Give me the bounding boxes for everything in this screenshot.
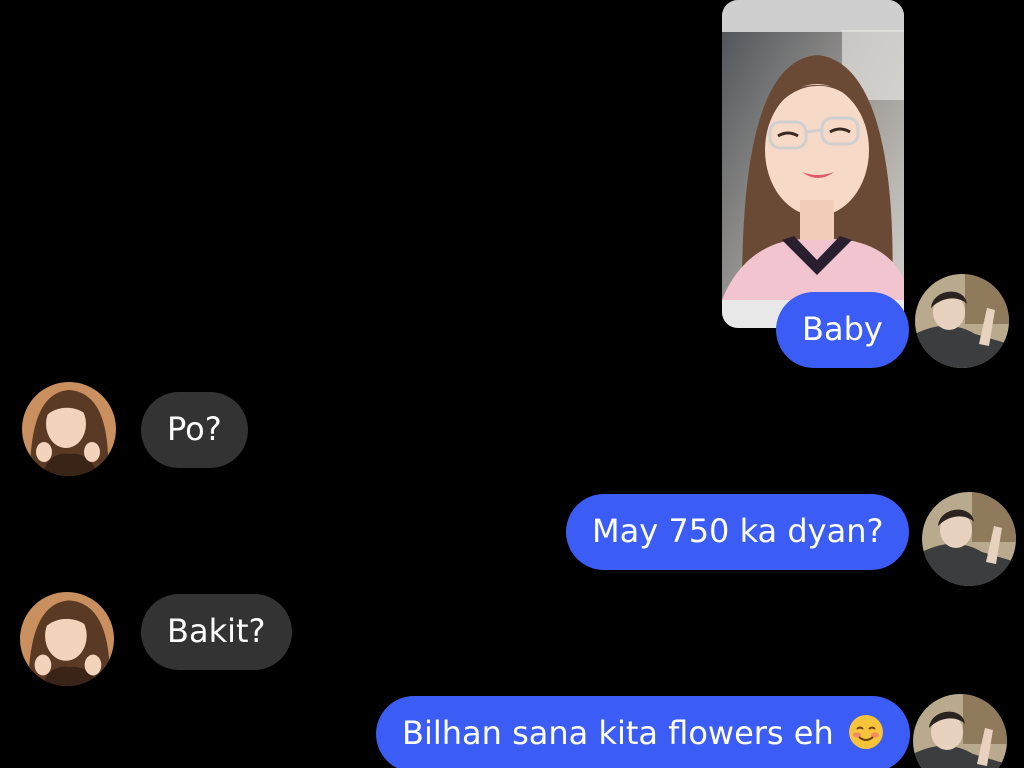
smiling-face-with-blush-icon (848, 715, 883, 749)
message-bubble-outgoing[interactable]: May 750 ka dyan? (566, 494, 910, 570)
photo-attachment[interactable] (722, 0, 904, 328)
selfie-photo (722, 0, 904, 328)
message-text: May 750 ka dyan? (592, 512, 884, 550)
avatar-contact-image (22, 382, 116, 476)
message-text: Baby (802, 310, 883, 348)
message-bubble-incoming[interactable]: Po? (141, 392, 248, 468)
avatar-sender-image (913, 694, 1007, 768)
message-bubble-outgoing[interactable]: Baby (776, 292, 909, 368)
avatar-contact-image (20, 592, 114, 686)
avatar-contact[interactable] (22, 382, 116, 476)
message-bubble-outgoing[interactable]: Bilhan sana kita flowers eh (376, 696, 910, 768)
message-bubble-incoming[interactable]: Bakit? (141, 594, 292, 670)
avatar-sender-image (915, 274, 1009, 368)
message-text: Bilhan sana kita flowers eh (402, 714, 834, 752)
message-text: Po? (167, 410, 222, 448)
avatar-sender[interactable] (913, 694, 1007, 768)
avatar-sender-image (922, 492, 1016, 586)
message-text: Bakit? (167, 612, 266, 650)
avatar-sender[interactable] (915, 274, 1009, 368)
avatar-contact[interactable] (20, 592, 114, 686)
avatar-sender[interactable] (922, 492, 1016, 586)
chat-thread: Baby Po? May 750 ka dyan? Bakit? Bilhan … (0, 0, 1024, 768)
